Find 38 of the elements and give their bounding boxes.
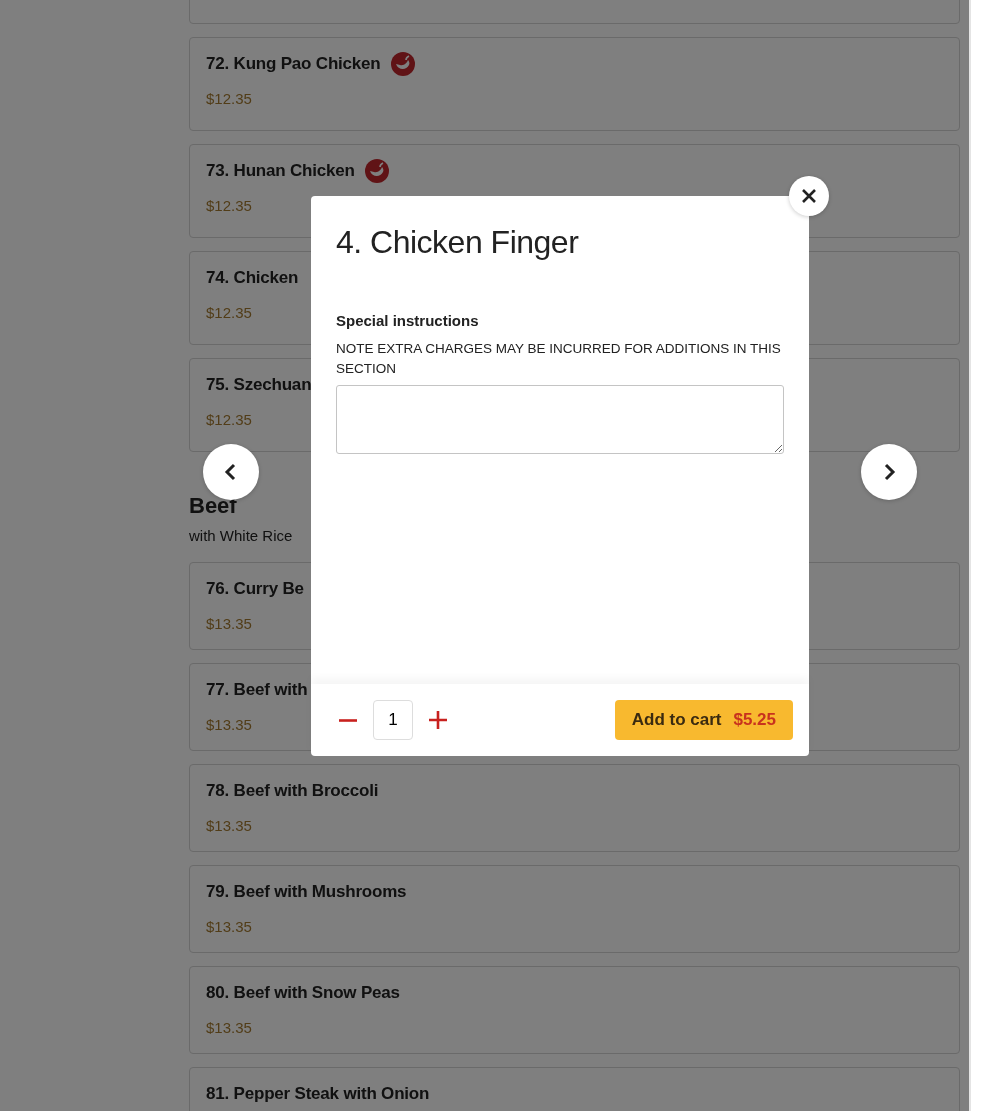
item-name: 73. Hunan Chicken	[206, 160, 355, 182]
menu-item-card[interactable]: 79. Beef with Mushrooms $13.35	[189, 865, 960, 953]
plus-icon	[429, 711, 447, 729]
item-price: $12.35	[206, 303, 252, 323]
minus-icon	[339, 718, 357, 722]
section-title: Beef	[189, 492, 237, 520]
item-price: $12.35	[206, 410, 252, 430]
instructions-field[interactable]	[336, 384, 784, 454]
chevron-left-icon	[224, 463, 238, 481]
item-name: 79. Beef with Mushrooms	[206, 881, 407, 903]
next-button[interactable]	[861, 444, 917, 500]
item-name: 74. Chicken	[206, 267, 299, 289]
close-icon	[802, 189, 816, 203]
item-name: 77. Beef with	[206, 679, 308, 701]
add-to-cart-button[interactable]: Add to cart $5.25	[614, 700, 793, 740]
item-name: 76. Curry Be	[206, 578, 304, 600]
chevron-right-icon	[882, 463, 896, 481]
note-text: NOTE EXTRA CHARGES MAY BE INCURRED FOR ADDITIONS IN THIS SECTION	[336, 339, 782, 378]
menu-item-card[interactable]: 81. Pepper Steak with Onion	[189, 1067, 960, 1111]
item-price: $13.35	[206, 816, 252, 836]
menu-item-card[interactable]: 78. Beef with Broccoli $13.35	[189, 764, 960, 852]
item-price: $13.35	[206, 1018, 252, 1038]
item-price: $13.35	[206, 715, 252, 735]
item-price: $12.35	[206, 89, 252, 109]
menu-item-card[interactable]: 72. Kung Pao Chicken $12.35	[189, 37, 960, 131]
section-subtitle: with White Rice	[189, 526, 293, 546]
item-name: 75. Szechuan	[206, 374, 312, 396]
item-name: 78. Beef with Broccoli	[206, 780, 379, 802]
item-name: 72. Kung Pao Chicken	[206, 53, 381, 75]
item-name: 81. Pepper Steak with Onion	[206, 1083, 430, 1105]
menu-item-card[interactable]: 80. Beef with Snow Peas $13.35	[189, 966, 960, 1054]
item-price: $12.35	[206, 196, 252, 216]
item-name: 80. Beef with Snow Peas	[206, 982, 400, 1004]
instructions-label: Special instructions	[336, 311, 480, 331]
previous-button[interactable]	[203, 444, 259, 500]
item-price: $13.35	[206, 917, 252, 937]
quantity-field[interactable]: 1	[373, 700, 413, 740]
item-price: $13.35	[206, 614, 252, 634]
